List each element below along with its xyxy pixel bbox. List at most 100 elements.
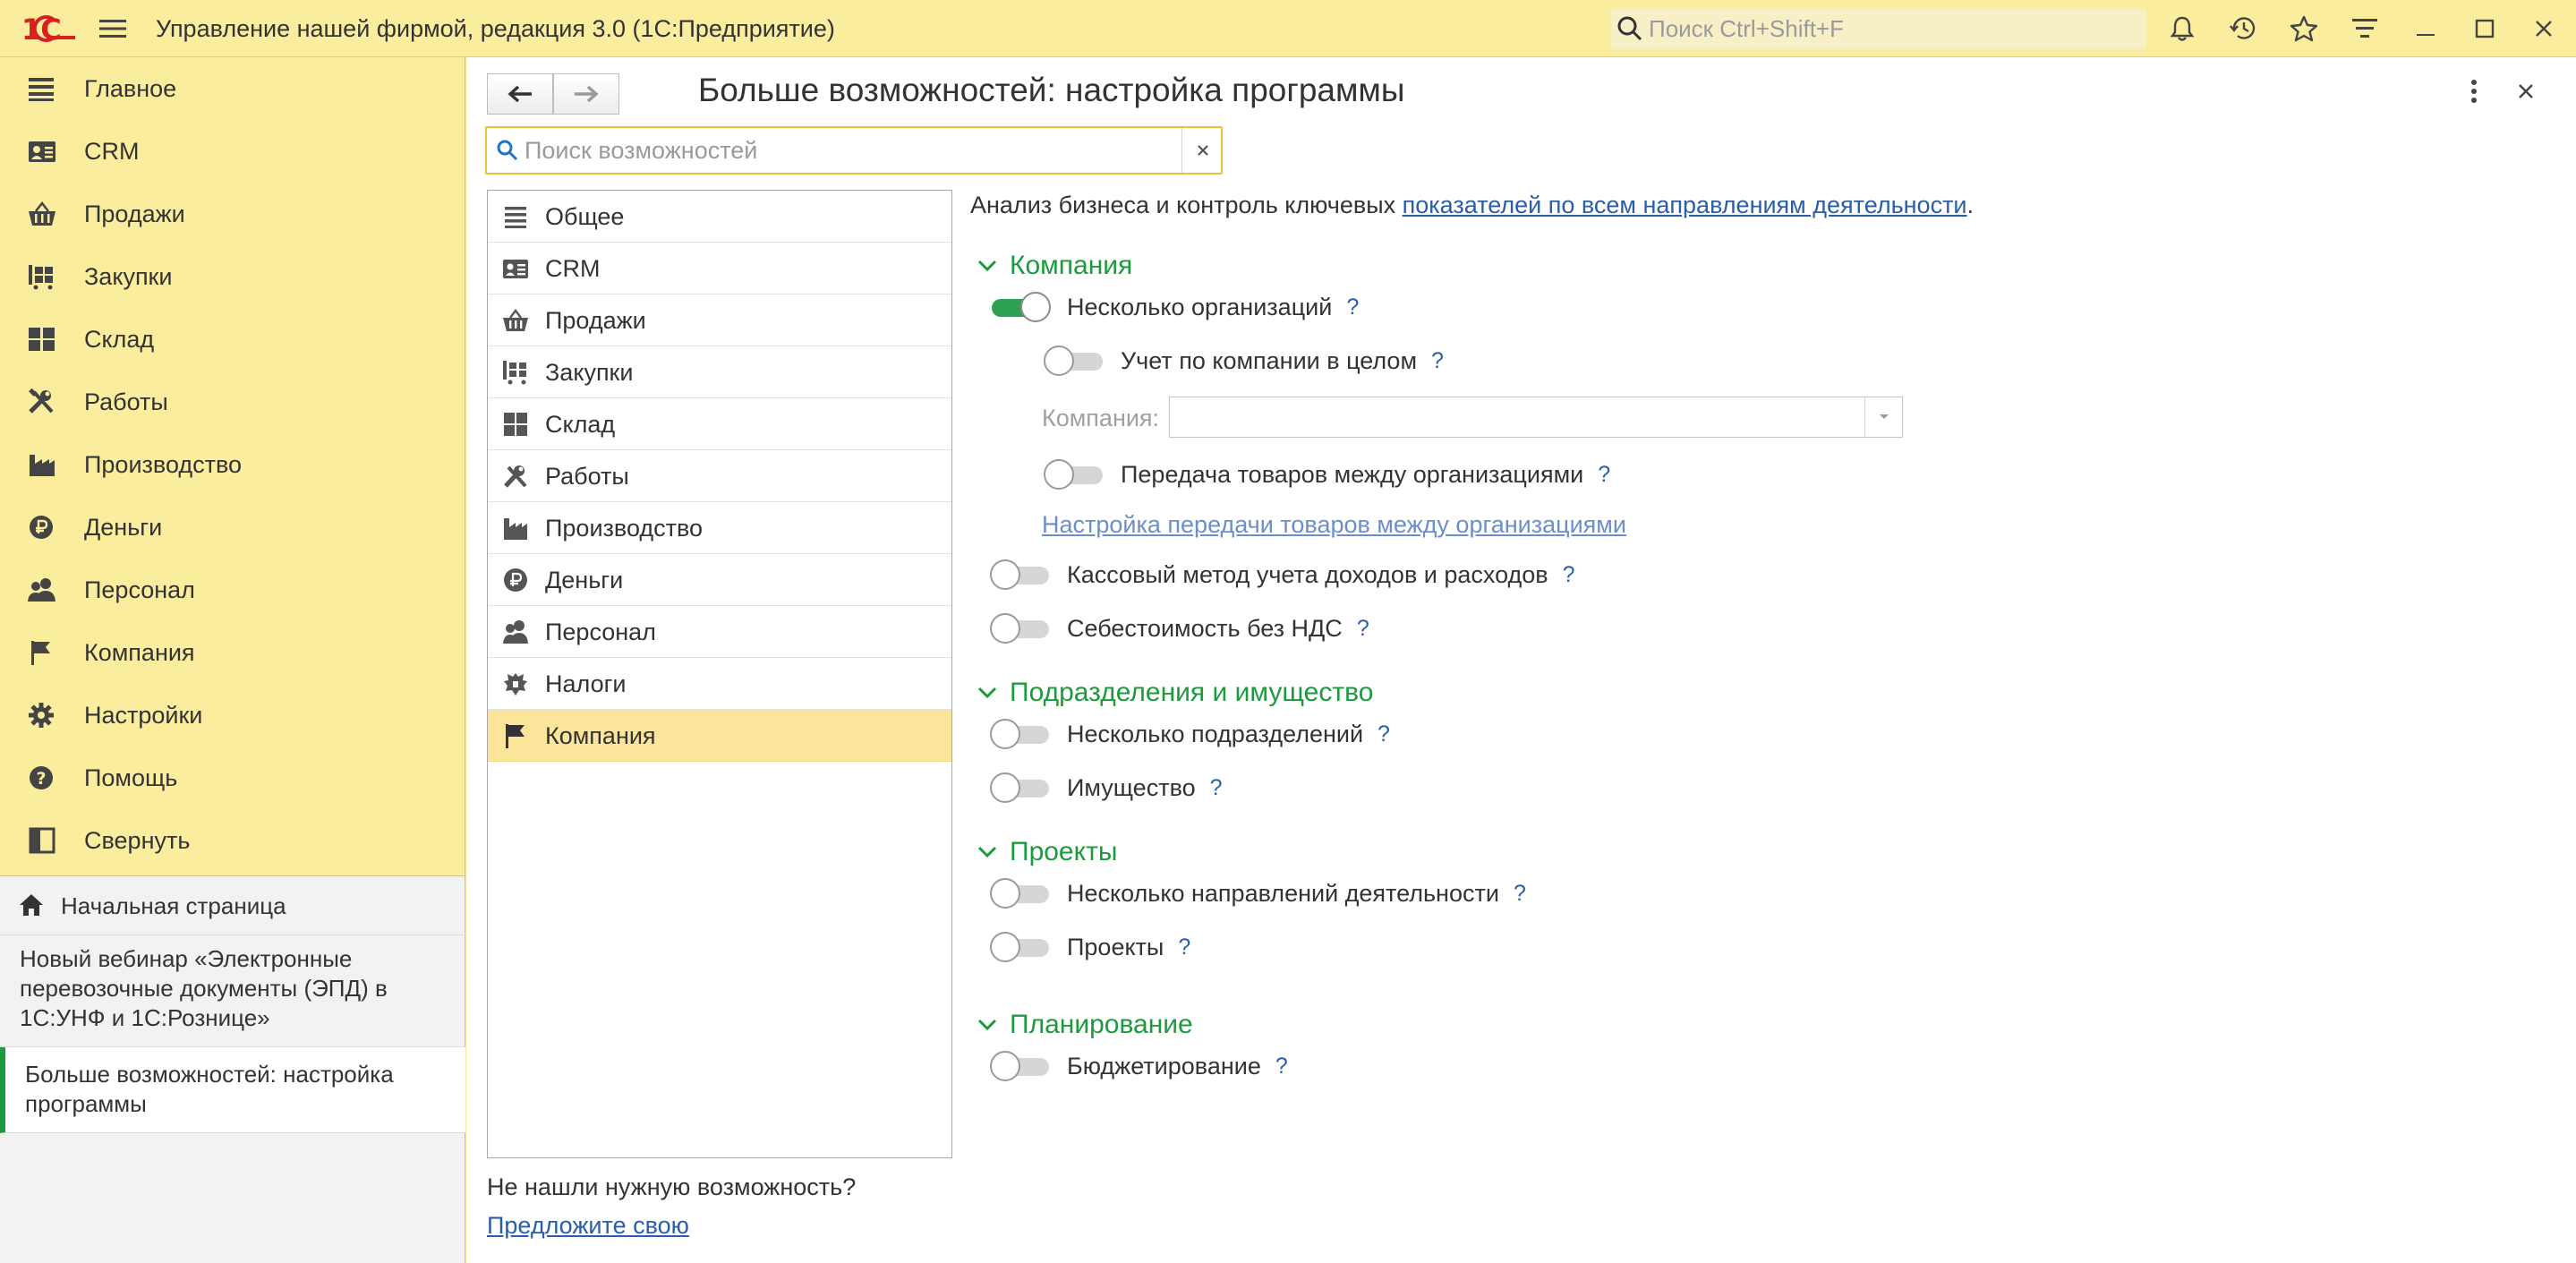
global-search-input[interactable] [1647,8,2139,49]
group-title: Проекты [1010,837,1118,866]
nav-item-label: Склад [84,325,155,353]
transfer-settings-link[interactable]: Настройка передачи товаров между организ… [1042,511,1626,539]
form-more-button[interactable] [2456,73,2492,109]
nav-item-label: CRM [84,137,140,165]
section-item-crm[interactable]: CRM [488,243,951,294]
section-item-money[interactable]: Деньги [488,554,951,606]
filter-menu-icon [2352,19,2377,38]
toggle-switch-off[interactable] [990,878,1051,909]
section-item-production[interactable]: Производство [488,502,951,554]
toggle-switch-off[interactable] [990,613,1051,644]
maximize-button[interactable] [2467,11,2503,47]
app-logo[interactable]: 1С [21,11,77,47]
group-header-departments[interactable]: Подразделения и имущество [976,678,1373,708]
group-header-projects[interactable]: Проекты [976,837,1117,867]
nav-item-label: Главное [84,74,177,102]
nav-item-main[interactable]: Главное [0,57,465,120]
window-close-button[interactable] [2526,11,2562,47]
functions-menu-button[interactable] [2347,11,2383,47]
history-button[interactable] [2225,11,2261,47]
help-link[interactable]: ? [1178,934,1190,960]
list-icon [505,207,526,228]
help-link[interactable]: ? [1275,1054,1288,1080]
help-link[interactable]: ? [1378,721,1390,747]
nav-item-label: Работы [84,388,168,415]
intro-end: . [1966,192,1975,218]
toggle-switch-off[interactable] [1044,459,1105,490]
forward-button[interactable] [553,73,619,115]
help-link[interactable]: ? [1598,462,1610,488]
help-link[interactable]: ? [1357,616,1369,642]
section-item-purchases[interactable]: Закупки [488,346,951,398]
nav-item-sales[interactable]: Продажи [0,183,465,245]
nav-item-money[interactable]: Деньги [0,496,465,559]
help-link[interactable]: ? [1431,348,1444,374]
nav-item-crm[interactable]: CRM [0,120,465,183]
toggle-switch-off[interactable] [1044,346,1105,376]
nav-item-production[interactable]: Производство [0,433,465,496]
indicators-link[interactable]: показателей по всем направлениям деятель… [1403,192,1967,218]
global-search-box[interactable] [1611,8,2146,49]
company-select-field[interactable] [1169,397,1903,438]
group-header-company[interactable]: Компания [976,251,1132,281]
minimize-button[interactable] [2408,11,2444,47]
section-item-taxes[interactable]: Налоги [488,658,951,710]
toggle-switch-off[interactable] [990,932,1051,962]
section-label: Склад [545,411,616,438]
section-item-staff[interactable]: Персонал [488,606,951,658]
open-window-webinar[interactable]: Новый вебинар «Электронные перевозочные … [0,935,465,1047]
nav-item-company[interactable]: Компания [0,621,465,684]
clear-icon [1197,145,1208,156]
suggest-feature-link[interactable]: Предложите свою [487,1212,689,1240]
gear-icon [29,703,54,728]
section-item-general[interactable]: Общее [488,191,951,243]
feature-search-input[interactable] [523,132,1131,169]
favorites-button[interactable] [2286,11,2322,47]
section-item-sales[interactable]: Продажи [488,294,951,346]
open-window-current[interactable]: Больше возможностей: настройка программы [0,1047,465,1133]
clear-search-button[interactable] [1181,128,1223,173]
nav-item-help[interactable]: ? Помощь [0,747,465,809]
nav-item-purchases[interactable]: Закупки [0,245,465,308]
nav-item-collapse[interactable]: Свернуть [0,809,465,872]
people-icon [28,578,55,602]
toggle-switch-off[interactable] [990,772,1051,803]
option-several-directions: Несколько направлений деятельности ? [990,878,1526,909]
back-button[interactable] [487,73,553,115]
chevron-down-icon [977,687,997,699]
toggle-switch-off[interactable] [990,559,1051,590]
main-menu-button[interactable] [95,11,131,47]
help-link[interactable]: ? [1346,294,1359,320]
company-dropdown-button[interactable] [1864,397,1902,437]
toggle-switch-off[interactable] [990,719,1051,749]
open-window-home[interactable]: Начальная страница [0,876,465,935]
feature-search-box[interactable] [485,126,1223,175]
notifications-button[interactable] [2164,11,2200,47]
toggle-switch-off[interactable] [990,1051,1051,1081]
group-header-planning[interactable]: Планирование [976,1010,1193,1040]
section-item-works[interactable]: Работы [488,450,951,502]
nav-item-warehouse[interactable]: Склад [0,308,465,371]
help-link[interactable]: ? [1514,881,1526,907]
section-label: Компания [545,722,656,749]
nav-item-settings[interactable]: Настройки [0,684,465,747]
section-item-company[interactable]: Компания [488,710,951,762]
arrow-right-icon [575,85,599,103]
section-label: Деньги [545,567,624,593]
help-link[interactable]: ? [1210,775,1223,801]
ruble-icon [504,568,527,592]
nav-item-works[interactable]: Работы [0,371,465,433]
option-several-orgs: Несколько организаций ? [990,292,1359,322]
section-item-warehouse[interactable]: Склад [488,398,951,450]
section-label: CRM [545,255,601,282]
option-label: Проекты [1067,933,1164,960]
toggle-switch-on[interactable] [990,292,1051,322]
close-icon [2519,84,2533,98]
form-close-button[interactable] [2508,73,2544,109]
help-link[interactable]: ? [1563,562,1575,588]
section-label: Продажи [545,307,646,334]
1c-logo-icon: 1С [21,13,75,45]
nav-item-staff[interactable]: Персонал [0,559,465,621]
nav-item-label: Закупки [84,262,173,290]
section-label: Общее [545,203,625,230]
